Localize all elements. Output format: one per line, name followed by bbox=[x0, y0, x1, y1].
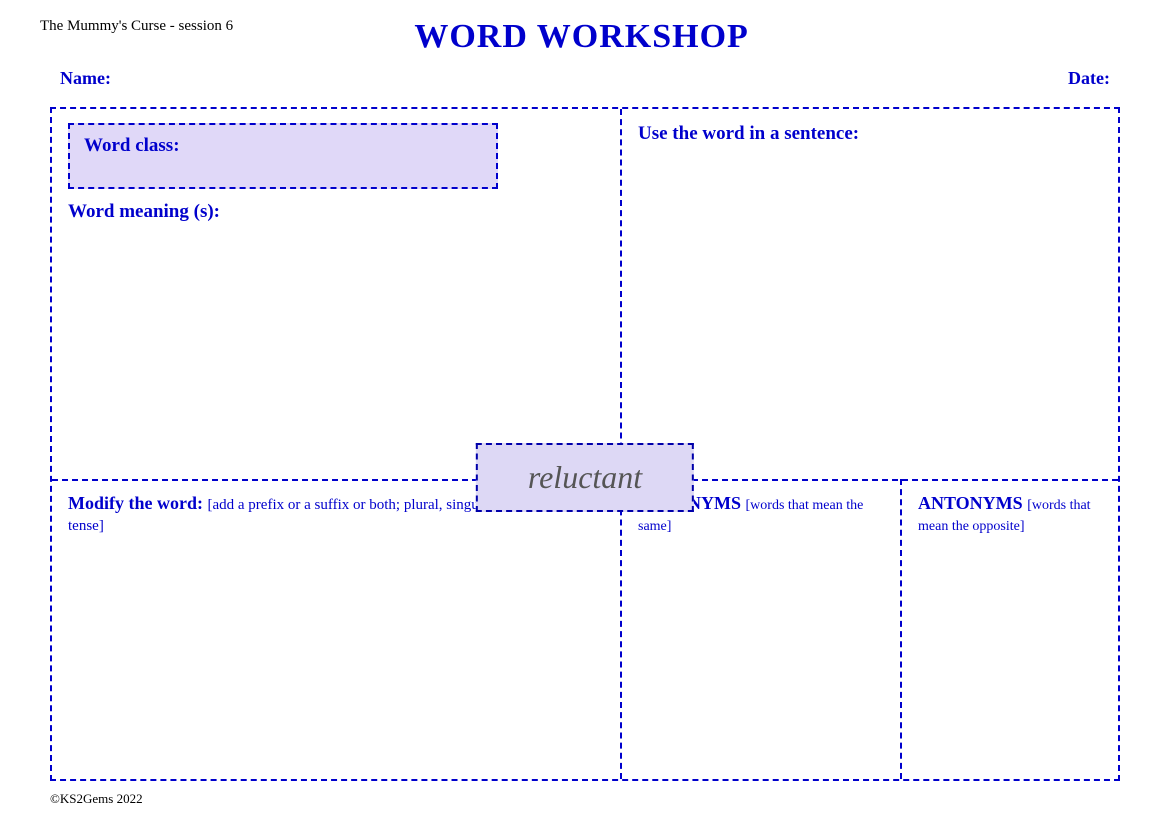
footer: ©KS2Gems 2022 bbox=[40, 791, 1130, 807]
center-word-box: reluctant bbox=[476, 443, 694, 512]
main-title: WORD WORKSHOP bbox=[233, 18, 930, 56]
use-sentence-label: Use the word in a sentence: bbox=[638, 123, 859, 144]
main-content-border: Word class: Word meaning (s): Use the wo… bbox=[50, 107, 1120, 781]
copyright: ©KS2Gems 2022 bbox=[50, 791, 143, 806]
word-class-content bbox=[84, 157, 482, 177]
subtitle: The Mummy's Curse - session 6 bbox=[40, 18, 233, 35]
word-class-label: Word class: bbox=[84, 135, 180, 156]
date-label: Date: bbox=[1068, 68, 1110, 89]
name-date-row: Name: Date: bbox=[40, 60, 1130, 97]
left-panel: Word class: Word meaning (s): bbox=[52, 109, 622, 479]
synonyms-panel: SYNONYMS [words that mean the same] bbox=[622, 479, 902, 779]
antonyms-label: ANTONYMS [words that mean the opposite] bbox=[918, 493, 1091, 534]
top-section: Word class: Word meaning (s): Use the wo… bbox=[52, 109, 1118, 481]
modify-panel: Modify the word: [add a prefix or a suff… bbox=[52, 479, 622, 779]
word-class-box: Word class: bbox=[68, 123, 498, 189]
header: The Mummy's Curse - session 6 WORD WORKS… bbox=[40, 18, 1130, 56]
word-meaning-label: Word meaning (s): bbox=[68, 201, 604, 223]
right-panel: Use the word in a sentence: bbox=[622, 109, 1118, 479]
name-label: Name: bbox=[60, 68, 111, 89]
antonyms-panel: ANTONYMS [words that mean the opposite] bbox=[902, 479, 1118, 779]
bottom-section: Modify the word: [add a prefix or a suff… bbox=[52, 479, 1118, 779]
